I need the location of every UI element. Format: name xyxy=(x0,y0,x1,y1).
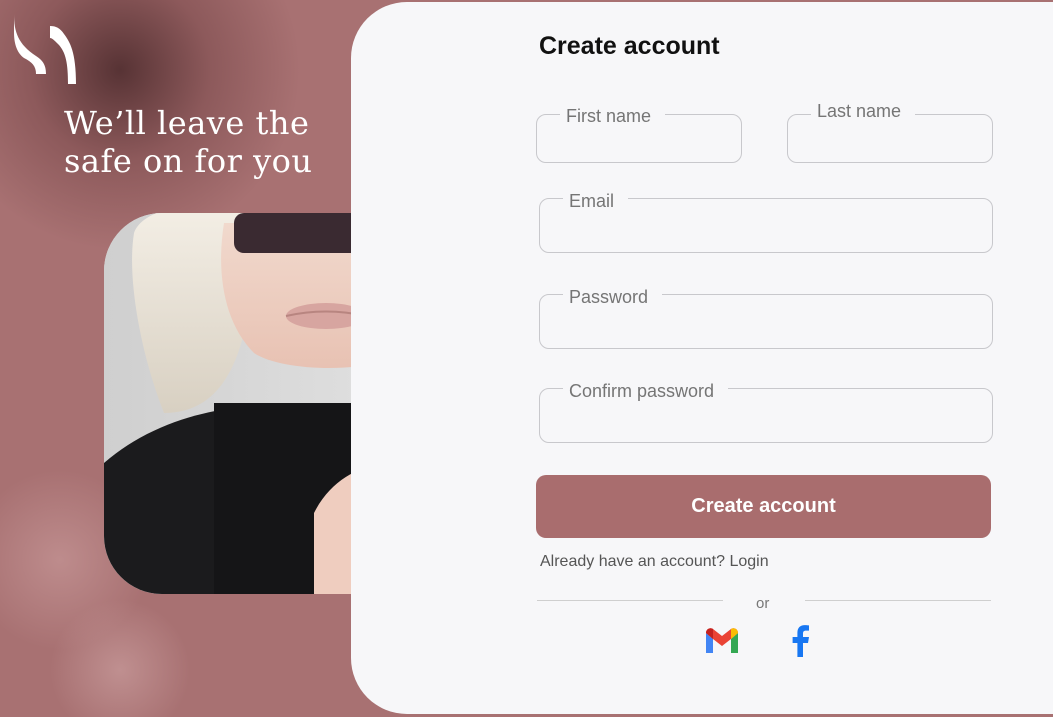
hero-tagline: We’ll leave the safe on for you xyxy=(64,104,313,180)
confirm-password-label: Confirm password xyxy=(563,381,729,402)
signup-card xyxy=(351,2,1053,714)
last-name-label: Last name xyxy=(811,101,916,122)
last-name-input[interactable] xyxy=(788,115,992,162)
facebook-icon xyxy=(790,624,810,662)
gmail-icon xyxy=(704,627,740,660)
gmail-login-button[interactable] xyxy=(704,626,740,660)
create-account-button[interactable]: Create account xyxy=(536,475,991,538)
facebook-login-button[interactable] xyxy=(782,624,818,662)
divider-left xyxy=(537,600,723,601)
login-link[interactable]: Already have an account? Login xyxy=(540,553,769,571)
first-name-label: First name xyxy=(560,106,666,127)
email-label: Email xyxy=(563,191,629,212)
divider-right xyxy=(805,600,991,601)
password-label: Password xyxy=(563,287,663,308)
form-title: Create account xyxy=(539,32,720,60)
brand-logo xyxy=(12,12,78,86)
or-separator: or xyxy=(756,595,770,612)
